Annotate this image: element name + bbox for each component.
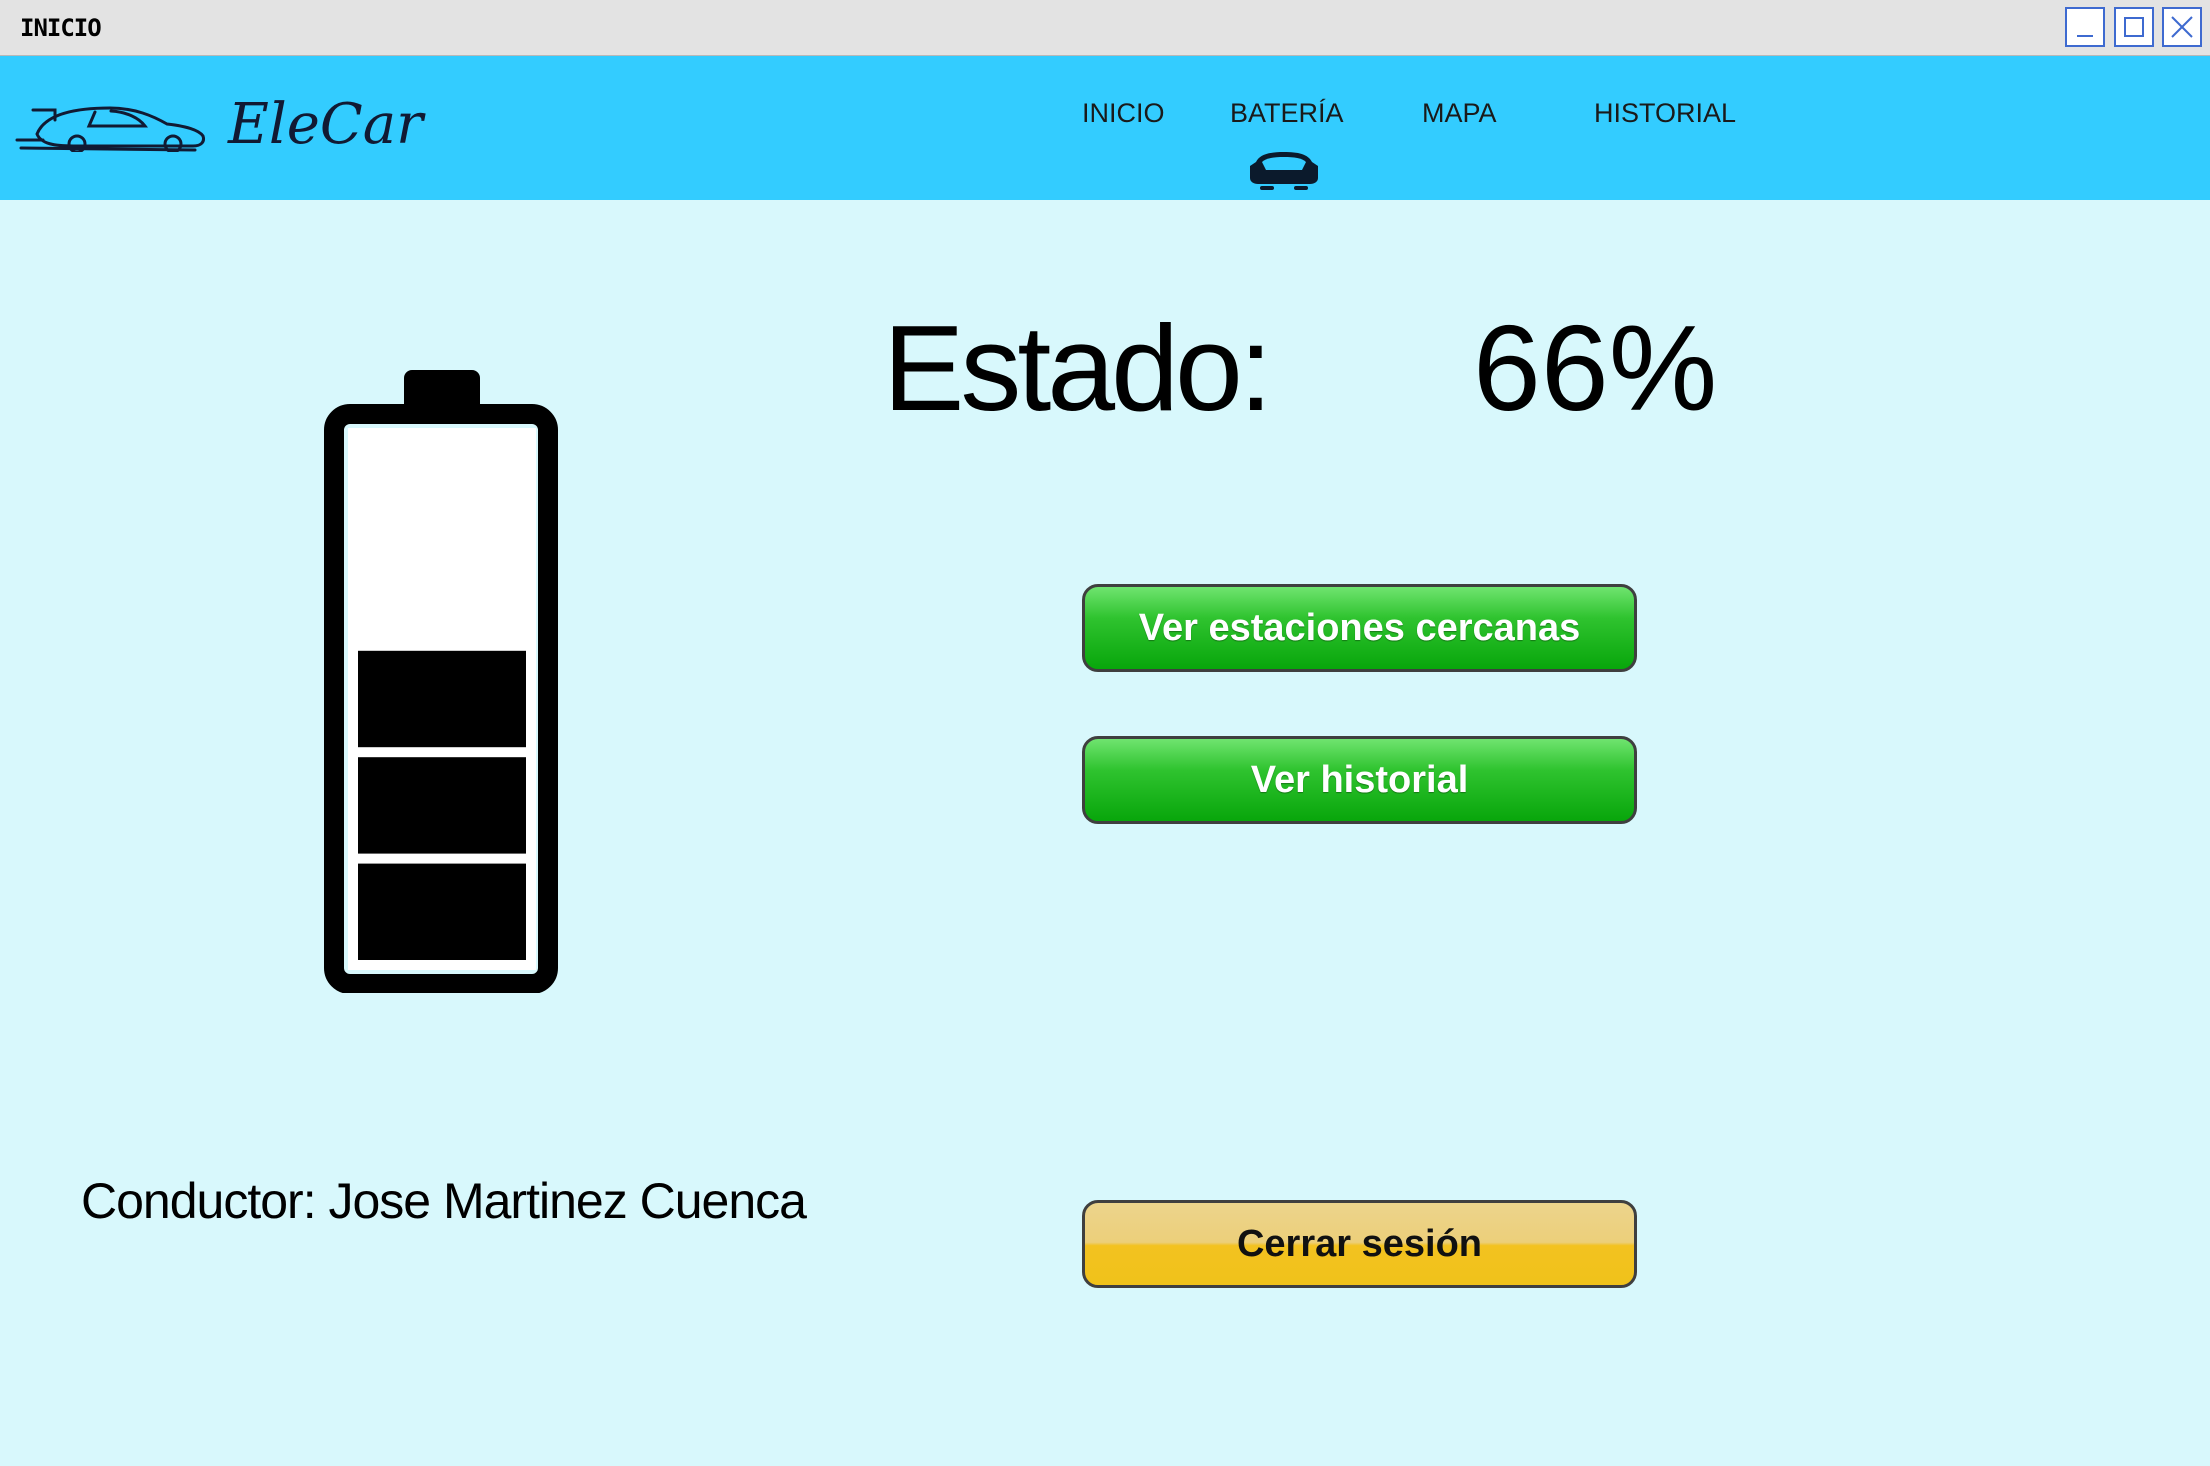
nav-inicio[interactable]: INICIO	[1082, 98, 1165, 129]
minimize-button[interactable]	[2065, 7, 2105, 47]
battery-level-bar	[358, 863, 526, 960]
nav-mapa[interactable]: MAPA	[1422, 98, 1497, 129]
minimize-icon	[2077, 35, 2093, 37]
brand-name: EleCar	[228, 92, 423, 157]
battery-icon	[324, 370, 558, 993]
status-label: Estado:	[883, 300, 1273, 436]
nearby-stations-button[interactable]: Ver estaciones cercanas	[1082, 584, 1637, 672]
battery-level-bar	[358, 650, 526, 748]
maximize-button[interactable]	[2114, 7, 2154, 47]
window-titlebar: INICIO	[0, 0, 2210, 56]
status-value: 66%	[1473, 300, 1718, 436]
maximize-icon	[2124, 17, 2144, 37]
view-history-button[interactable]: Ver historial	[1082, 736, 1637, 824]
close-button[interactable]	[2162, 7, 2202, 47]
sports-car-icon	[15, 106, 205, 152]
close-icon	[2171, 16, 2193, 38]
car-front-icon	[1250, 152, 1318, 190]
driver-name: Conductor: Jose Martinez Cuenca	[81, 1173, 807, 1229]
top-navbar: EleCar INICIO BATERÍA MAPA HISTORIAL	[0, 56, 2210, 200]
window-title: INICIO	[20, 14, 102, 42]
nav-bateria[interactable]: BATERÍA	[1230, 98, 1344, 129]
logout-button[interactable]: Cerrar sesión	[1082, 1200, 1637, 1288]
battery-level-bar	[358, 757, 526, 854]
nav-historial[interactable]: HISTORIAL	[1594, 98, 1736, 129]
